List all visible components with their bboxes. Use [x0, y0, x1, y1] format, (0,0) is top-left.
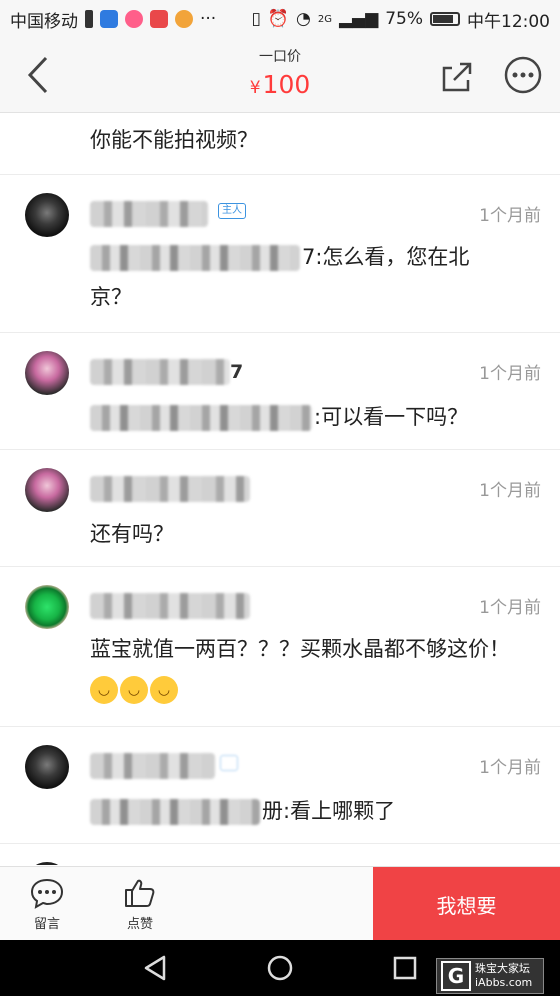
share-icon[interactable] [438, 56, 478, 96]
avatar[interactable] [25, 862, 69, 865]
grin-emoji-icon: ◡ [120, 676, 148, 704]
comment-label: 留言 [33, 917, 60, 932]
watermark-line2: iAbbs.com [475, 976, 533, 989]
username-suffix: 7 [230, 361, 244, 383]
more-notifications: ··· [200, 9, 217, 29]
like-label: 点赞 [126, 917, 153, 932]
alert-icon [85, 10, 93, 28]
comment-item: 主人 1个月前 7:怎么看，您在北京？ [0, 175, 560, 333]
comment-text: 蓝宝就值一两百？？？买颗水晶都不够这价！ [90, 637, 510, 661]
battery-icon [430, 12, 460, 26]
status-bar: 中国移动 ··· ▯ ⏰ ◔ 2G ▂▄▆ 75% 中午12:00 [0, 0, 560, 38]
avatar[interactable] [25, 351, 69, 395]
comment-text: 册:看上哪颗了 [262, 799, 396, 823]
comment-body: 7:怎么看，您在北京？ [90, 237, 510, 317]
grin-emoji-icon: ◡ [90, 676, 118, 704]
comment-time: 1个月前 [479, 364, 541, 384]
comment-list[interactable]: 你能不能拍视频？ 主人 1个月前 7:怎么看，您在北京？ 7 1个月前 :可以看… [0, 112, 560, 865]
comment-item: 1个月前 册:看上哪颗了 [0, 727, 560, 844]
comment-time: 1个月前 [479, 598, 541, 618]
avatar[interactable] [25, 468, 69, 512]
comment-body: 蓝宝就值一两百？？？买颗水晶都不够这价！ ◡ ◡ ◡ [90, 629, 540, 709]
mention-blurred [90, 245, 300, 271]
clock: 中午12:00 [467, 11, 550, 32]
username-blurred[interactable] [90, 593, 250, 619]
signal-icon: ▂▄▆ [338, 9, 379, 29]
top-bar: 一口价 ¥100 [0, 38, 560, 113]
network-type: 2G [317, 13, 332, 25]
comment-item: 1个月前 蓝宝就值一两百？？？买颗水晶都不够这价！ ◡ ◡ ◡ [0, 567, 560, 727]
chat-bubble-icon [30, 878, 64, 909]
avatar[interactable] [25, 193, 69, 237]
comment-time: 1个月前 [479, 206, 541, 226]
nav-recents-icon[interactable] [392, 954, 418, 982]
watermark-line1: 珠宝大家坛 [475, 962, 530, 975]
want-it-button[interactable]: 我想要 [373, 867, 560, 941]
comment-item: 你能不能拍视频？ [0, 112, 560, 175]
avatar[interactable] [25, 585, 69, 629]
mention-blurred [90, 799, 260, 825]
currency-symbol: ¥ [249, 78, 261, 98]
comment-time: 1个月前 [479, 758, 541, 778]
comment-button[interactable]: 留言 [17, 877, 77, 932]
grin-emoji-icon: ◡ [150, 676, 178, 704]
price-value: 100 [262, 70, 311, 99]
nav-back-icon[interactable] [142, 954, 168, 982]
username-blurred [90, 359, 230, 385]
app-b-icon [150, 10, 168, 28]
baidu-icon [100, 10, 118, 28]
battery-percent: 75% [385, 9, 423, 29]
thumbs-up-icon [125, 879, 155, 907]
like-button[interactable]: 点赞 [110, 877, 170, 932]
comment-item: 7 1个月前 :可以看一下吗？ [0, 333, 560, 450]
comment-item: 1个月前 还有吗？ [0, 450, 560, 567]
comment-time: 1个月前 [479, 481, 541, 501]
host-badge [220, 755, 238, 771]
username-blurred[interactable] [90, 753, 215, 779]
comment-body: 册:看上哪颗了 [90, 791, 540, 831]
alarm-icon: ⏰ [267, 9, 289, 29]
comment-item [0, 844, 560, 865]
comment-body: :可以看一下吗？ [90, 397, 540, 437]
avatar[interactable] [25, 745, 69, 789]
more-options-icon[interactable] [503, 55, 543, 95]
comment-text: :可以看一下吗？ [314, 405, 469, 429]
weibo-icon [175, 10, 193, 28]
comment-text: 还有吗？ [90, 522, 174, 546]
vibrate-icon: ▯ [251, 9, 261, 29]
watermark-logo: G 珠宝大家坛 iAbbs.com [436, 958, 544, 994]
comment-text: 你能不能拍视频？ [90, 128, 258, 152]
nav-home-icon[interactable] [266, 954, 294, 982]
username[interactable]: 7 [90, 359, 243, 385]
watermark-letter: G [441, 961, 471, 991]
location-app-icon [125, 10, 143, 28]
bottom-action-bar: 留言 点赞 我想要 [0, 866, 560, 941]
mention-blurred [90, 405, 312, 431]
username-blurred[interactable] [90, 201, 208, 227]
wifi-icon: ◔ [296, 9, 311, 29]
carrier-label: 中国移动 [10, 11, 78, 32]
username-blurred[interactable] [90, 476, 250, 502]
host-badge: 主人 [218, 203, 246, 219]
